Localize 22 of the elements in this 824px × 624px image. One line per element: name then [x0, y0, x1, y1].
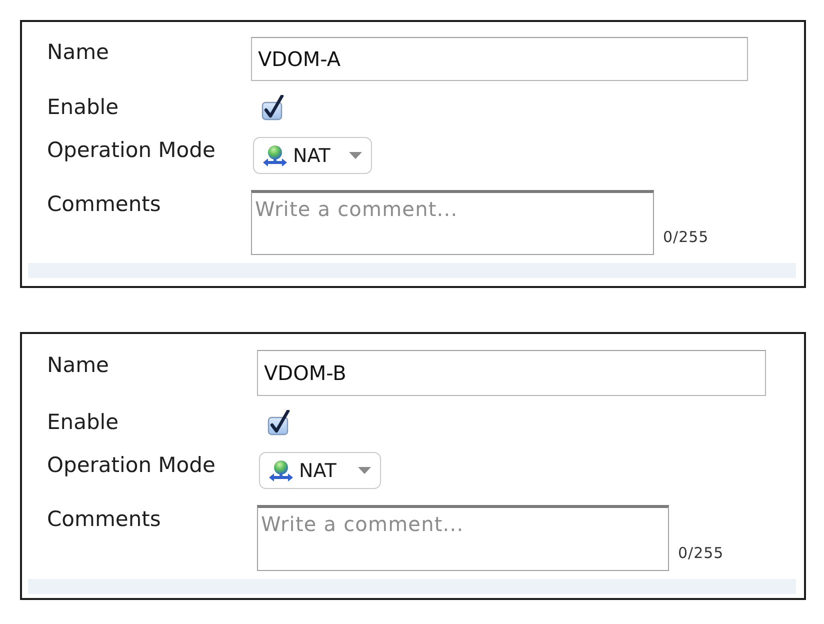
field-label: Operation Mode — [47, 452, 216, 478]
comments-field[interactable]: Write a comment... — [251, 190, 654, 255]
globe-arrows-icon — [262, 144, 288, 166]
globe-arrows-icon — [268, 460, 294, 482]
enable-checkbox[interactable] — [267, 410, 291, 436]
operation-mode-select[interactable]: NAT — [253, 137, 372, 174]
caret-icon — [358, 467, 371, 474]
field-label: Enable — [47, 95, 120, 121]
field-label: Name — [47, 39, 110, 66]
field-label: Comments — [47, 191, 162, 218]
name-input[interactable]: VDOM-A — [251, 37, 748, 81]
character-counter: 0/255 — [663, 228, 709, 246]
enable-checkbox[interactable] — [261, 95, 285, 121]
operation-mode-select[interactable]: NAT — [259, 452, 381, 489]
name-input[interactable]: VDOM-B — [257, 350, 766, 396]
comments-field[interactable]: Write a comment... — [257, 505, 669, 571]
caret-icon — [349, 152, 362, 159]
character-counter: 0/255 — [678, 544, 724, 562]
field-label: Operation Mode — [47, 137, 216, 164]
field-label: Comments — [47, 506, 162, 532]
field-label: Enable — [47, 410, 120, 436]
field-label: Name — [47, 352, 110, 378]
